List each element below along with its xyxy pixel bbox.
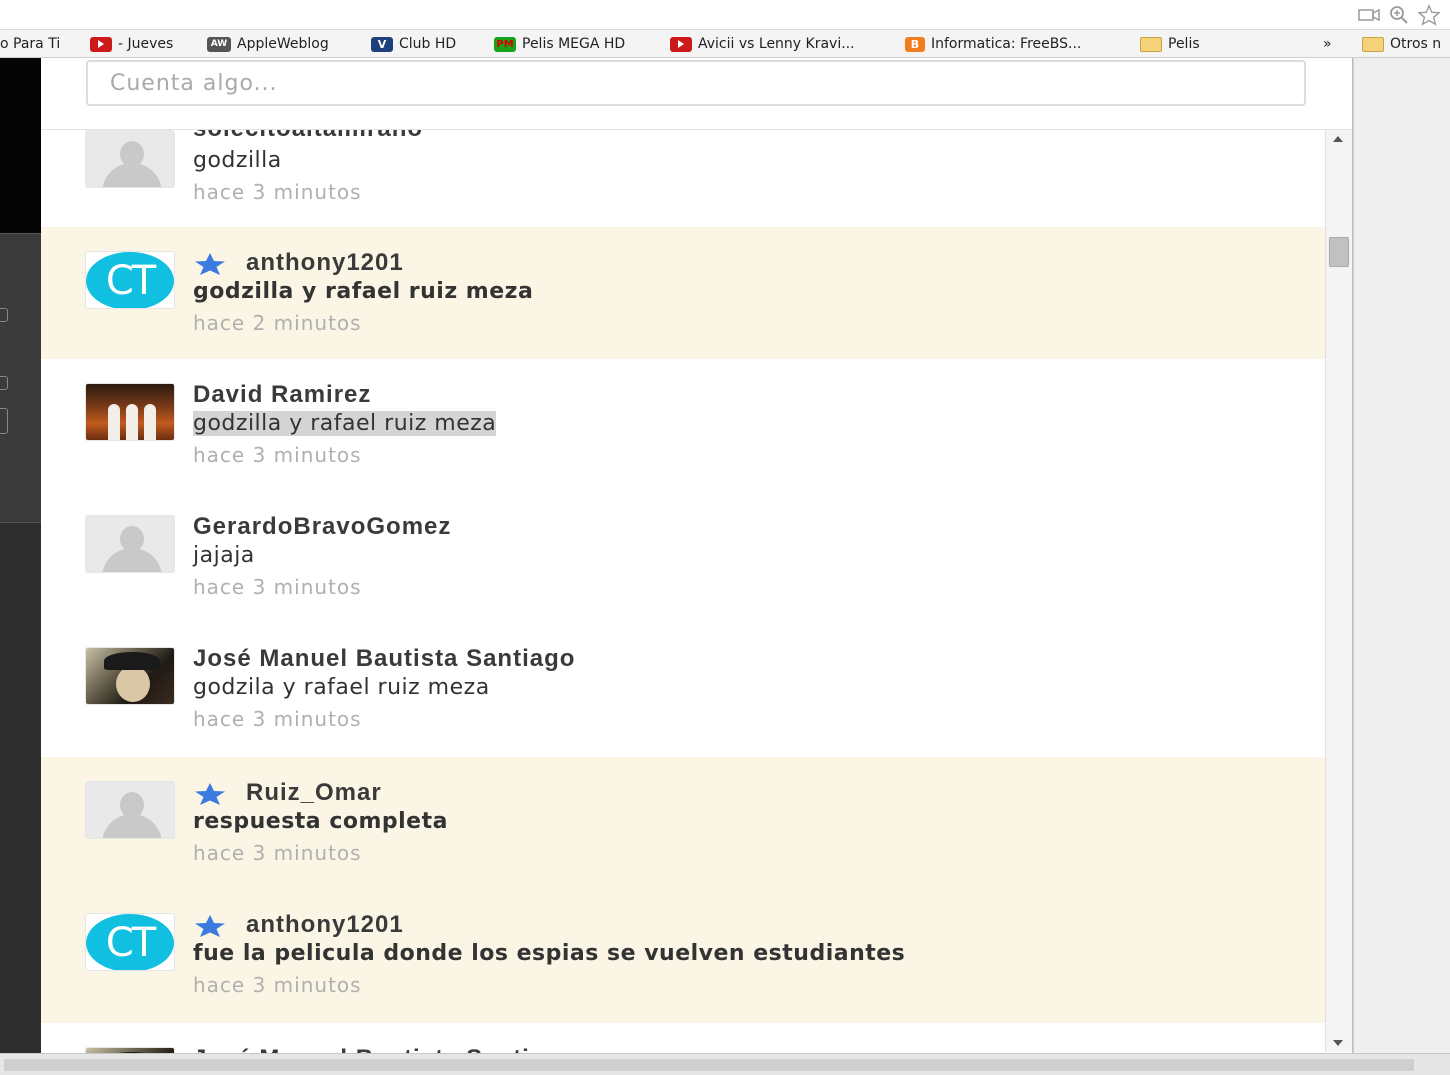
bookmark-label: o Para Ti (0, 36, 61, 52)
star-icon (195, 783, 225, 805)
timestamp: hace 3 minutos (193, 575, 362, 599)
bookmark-item[interactable]: Avicii vs Lenny Kravi... (670, 34, 855, 54)
blogger-icon (905, 36, 925, 52)
bookmark-label: Pelis MEGA HD (522, 36, 626, 52)
sidebar-fragment (0, 376, 8, 390)
sidebar-fragment (0, 308, 8, 322)
username[interactable]: José Manuel Bautista Santiago (193, 1045, 575, 1053)
vertical-scrollbar[interactable] (1325, 130, 1352, 1052)
youtube-icon (90, 36, 112, 52)
feed-item: CT anthony1201 godzilla y rafael ruiz me… (41, 227, 1325, 359)
bookmark-label: Otros n (1390, 36, 1442, 52)
pm-icon: PM (494, 36, 516, 52)
browser-toolbar (0, 0, 1450, 30)
username[interactable]: anthony1201 (246, 911, 404, 939)
message-text: respuesta completa (193, 809, 448, 834)
avatar[interactable] (85, 647, 175, 705)
folder-icon (1140, 36, 1162, 52)
activity-panel: solecitoaltamirano godzilla hace 3 minut… (41, 58, 1353, 1053)
timestamp: hace 2 minutos (193, 311, 362, 335)
timestamp: hace 3 minutos (193, 707, 362, 731)
camera-icon[interactable] (1358, 5, 1380, 25)
feed-item: Ruiz_Omar respuesta completa hace 3 minu… (41, 757, 1325, 889)
feed-item: solecitoaltamirano godzilla hace 3 minut… (41, 130, 1325, 227)
avatar[interactable] (85, 515, 175, 573)
toolbar-icons (1358, 4, 1440, 26)
horizontal-scrollbar[interactable] (0, 1053, 1450, 1075)
scrollbar-thumb[interactable] (1329, 237, 1349, 267)
bookmarks-bar: o Para Ti - Jueves AW AppleWeblog V Club H… (0, 30, 1450, 58)
feed-item: GerardoBravoGomez jajaja hace 3 minutos (41, 491, 1325, 623)
zoom-icon[interactable] (1388, 5, 1410, 25)
compose-input[interactable] (86, 60, 1306, 106)
timestamp: hace 3 minutos (193, 841, 362, 865)
chevron-right-icon: » (1323, 36, 1332, 52)
scroll-up-arrow-icon[interactable] (1333, 136, 1343, 142)
avatar-initials: CT (86, 252, 174, 308)
message-text: fue la pelicula donde los espias se vuel… (193, 941, 906, 966)
avatar[interactable] (85, 781, 175, 839)
background-sidebar (0, 58, 41, 1058)
bookmark-label: Club HD (399, 36, 457, 52)
avatar[interactable] (85, 383, 175, 441)
bookmarks-overflow-button[interactable]: » (1323, 34, 1332, 54)
bookmark-item[interactable]: V Club HD (371, 34, 456, 54)
feed-item: David Ramirez godzilla y rafael ruiz mez… (41, 359, 1325, 491)
bookmark-label: AppleWeblog (237, 36, 329, 52)
bookmark-item[interactable]: Pelis (1140, 34, 1200, 54)
username[interactable]: David Ramirez (193, 381, 371, 409)
horizontal-scrollbar-thumb[interactable] (4, 1059, 1414, 1071)
bookmark-item[interactable]: - Jueves (90, 34, 173, 54)
club-hd-icon: V (371, 36, 393, 52)
folder-icon (1362, 36, 1384, 52)
compose-area (41, 58, 1352, 130)
bookmark-label: Informatica: FreeBS... (931, 36, 1082, 52)
bookmark-star-icon[interactable] (1418, 4, 1440, 26)
bookmark-item[interactable]: Informatica: FreeBS... (905, 34, 1081, 54)
message-text: godzila y rafael ruiz meza (193, 675, 490, 700)
youtube-icon (670, 36, 692, 52)
timestamp: hace 3 minutos (193, 973, 362, 997)
activity-feed: solecitoaltamirano godzilla hace 3 minut… (41, 130, 1325, 1053)
bookmark-item[interactable]: AW AppleWeblog (207, 34, 329, 54)
username[interactable]: Ruiz_Omar (246, 779, 382, 807)
star-icon (195, 253, 225, 275)
username[interactable]: solecitoaltamirano (193, 130, 423, 143)
page-background-right (1353, 58, 1450, 1058)
feed-item: José Manuel Bautista Santiago (41, 1023, 1325, 1053)
avatar[interactable]: CT (85, 251, 175, 309)
message-text: godzilla y rafael ruiz meza (193, 279, 534, 304)
username[interactable]: anthony1201 (246, 249, 404, 277)
timestamp: hace 3 minutos (193, 443, 362, 467)
bookmark-label: Pelis (1168, 36, 1200, 52)
avatar[interactable]: CT (85, 913, 175, 971)
feed-item: CT anthony1201 fue la pelicula donde los… (41, 889, 1325, 1023)
message-text: godzilla y rafael ruiz meza (193, 411, 497, 436)
bookmark-item[interactable]: Otros n (1362, 34, 1441, 54)
timestamp: hace 3 minutos (193, 180, 362, 204)
message-text: jajaja (193, 543, 255, 568)
sidebar-fragment (0, 408, 8, 434)
bookmark-label: Avicii vs Lenny Kravi... (698, 36, 855, 52)
feed-item: José Manuel Bautista Santiago godzila y … (41, 623, 1325, 757)
bookmark-label: - Jueves (118, 36, 174, 52)
username[interactable]: GerardoBravoGomez (193, 513, 451, 541)
aw-icon: AW (207, 36, 231, 52)
bookmark-item[interactable]: o Para Ti (0, 34, 60, 54)
sidebar-dark-top (0, 58, 41, 233)
avatar[interactable] (85, 130, 175, 188)
avatar-initials: CT (86, 914, 174, 970)
bookmark-item[interactable]: PM Pelis MEGA HD (494, 34, 625, 54)
username[interactable]: José Manuel Bautista Santiago (193, 645, 575, 673)
star-icon (195, 915, 225, 937)
scroll-down-arrow-icon[interactable] (1333, 1040, 1343, 1046)
message-text: godzilla (193, 148, 282, 173)
